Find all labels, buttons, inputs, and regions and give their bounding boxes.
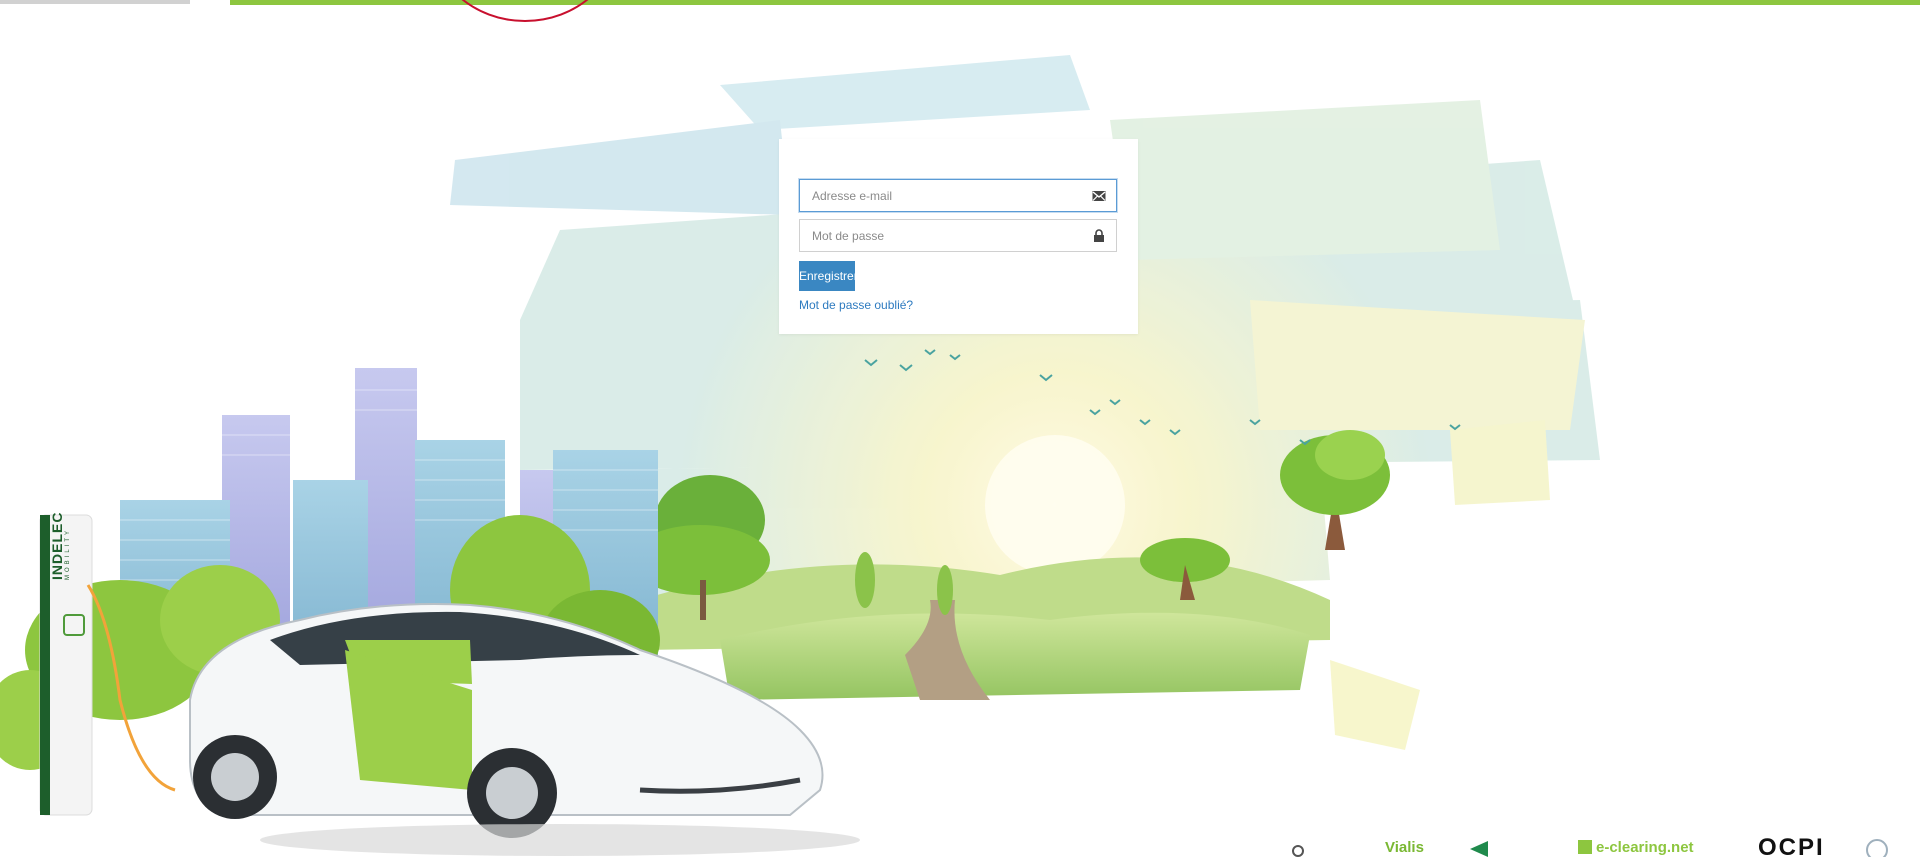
footer-plug-icon xyxy=(1292,845,1304,857)
background-illustration xyxy=(0,55,1600,856)
footer-arrow-icon xyxy=(1470,841,1488,857)
forgot-password-link[interactable]: Mot de passe oublié? xyxy=(799,298,913,312)
charger-brand: INDELEC MOBILITY xyxy=(49,480,80,580)
email-field[interactable] xyxy=(799,179,1117,212)
footer-partner-ocpi: OCPI xyxy=(1758,834,1825,861)
email-input[interactable] xyxy=(800,180,1082,211)
charger-subbrand-label: MOBILITY xyxy=(65,527,71,580)
login-card: Enregistrer Mot de passe oublié? xyxy=(779,139,1138,334)
charger-brand-label: INDELEC xyxy=(49,511,65,580)
lock-icon xyxy=(1094,229,1104,242)
footer-partner-logos: Vialis e-clearing.net OCPI xyxy=(1280,834,1920,861)
password-field[interactable] xyxy=(799,219,1117,252)
footer-globe-icon xyxy=(1866,839,1888,857)
envelope-icon xyxy=(1092,191,1106,201)
password-input[interactable] xyxy=(800,220,1082,251)
submit-button[interactable]: Enregistrer xyxy=(799,261,858,291)
footer-partner-vialis: Vialis xyxy=(1385,839,1424,856)
footer-eclearing-badge xyxy=(1578,840,1592,854)
footer-partner-eclearing: e-clearing.net xyxy=(1596,839,1694,856)
